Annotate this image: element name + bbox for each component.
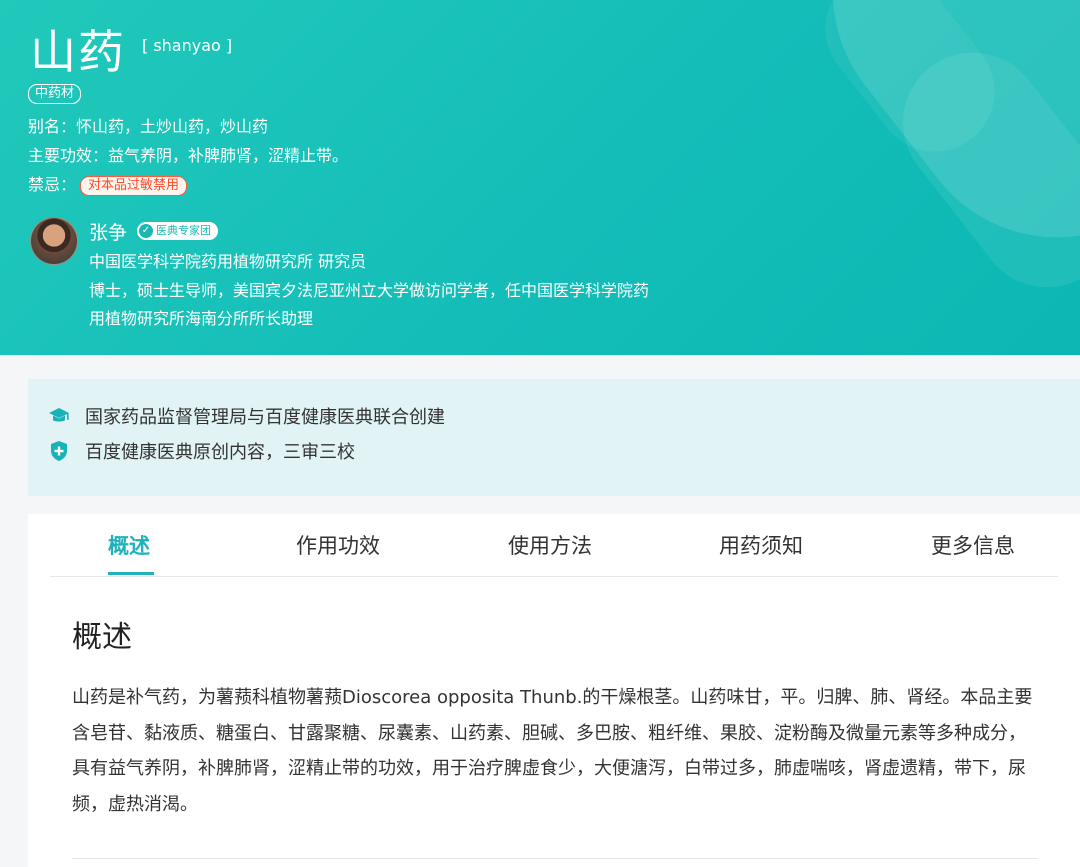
section-body: 山药是补气药，为薯蓣科植物薯蓣Dioscorea opposita Thunb.… — [72, 687, 1033, 815]
effect-row: 主要功效：益气养阴，补脾肺肾，涩精止带。 — [28, 142, 348, 166]
alias-value: 怀山药，土炒山药，炒山药 — [76, 117, 269, 136]
alias-row: 别名：怀山药，土炒山药，炒山药 — [28, 113, 268, 137]
tab-overview[interactable]: 概述 — [108, 530, 150, 560]
effect-label: 主要功效： — [28, 146, 109, 165]
divider — [72, 858, 1038, 859]
notice-text: 国家药品监督管理局与百度健康医典联合创建 — [85, 407, 445, 428]
content-card: 概述 作用功效 使用方法 用药须知 更多信息 概述 山药是补气药，为薯蓣科植物薯… — [28, 514, 1080, 867]
verified-check-icon: ✓ — [139, 224, 153, 238]
forbid-badge: 对本品过敏禁用 — [80, 176, 188, 196]
effect-value: 益气养阴，补脾肺肾，涩精止带。 — [108, 146, 349, 165]
tab-notes[interactable]: 用药须知 — [719, 530, 803, 560]
alias-label: 别名： — [28, 117, 77, 136]
herb-header: 山药 [ shanyao ] 中药材 别名：怀山药，土炒山药，炒山药 主要功效：… — [0, 0, 1080, 355]
notice-text: 百度健康医典原创内容，三审三校 — [85, 442, 355, 463]
expert-bio-line: 博士，硕士生导师，美国宾夕法尼亚州立大学做访问学者，任中国医学科学院药 — [89, 281, 650, 300]
notice-item: 百度健康医典原创内容，三审三校 — [48, 438, 355, 464]
graduation-cap-icon — [48, 405, 70, 427]
shield-plus-icon — [48, 440, 70, 462]
expert-bio-line: 用植物研究所海南分所所长助理 — [89, 309, 314, 328]
expert-name[interactable]: 张争 — [89, 218, 127, 245]
tab-more-info[interactable]: 更多信息 — [931, 530, 1015, 560]
tab-effects[interactable]: 作用功效 — [296, 530, 380, 560]
tab-bar: 概述 作用功效 使用方法 用药须知 更多信息 — [50, 514, 1058, 577]
herb-pinyin: [ shanyao ] — [142, 36, 233, 55]
tab-usage[interactable]: 使用方法 — [508, 530, 592, 560]
credential-notice: 国家药品监督管理局与百度健康医典联合创建 百度健康医典原创内容，三审三校 — [28, 379, 1080, 496]
category-tag: 中药材 — [28, 84, 82, 104]
forbid-row: 禁忌： 对本品过敏禁用 — [28, 171, 188, 196]
forbid-label: 禁忌： — [28, 175, 77, 194]
expert-title: 中国医学科学院药用植物研究所 研究员 — [89, 252, 367, 271]
active-tab-indicator — [108, 572, 154, 575]
expert-badge-label: 医典专家团 — [156, 224, 211, 237]
expert-avatar[interactable] — [30, 217, 78, 265]
section-title: 概述 — [72, 620, 132, 655]
herb-title: 山药 — [30, 25, 126, 79]
notice-item: 国家药品监督管理局与百度健康医典联合创建 — [48, 403, 445, 429]
expert-badge: ✓ 医典专家团 — [137, 222, 218, 240]
